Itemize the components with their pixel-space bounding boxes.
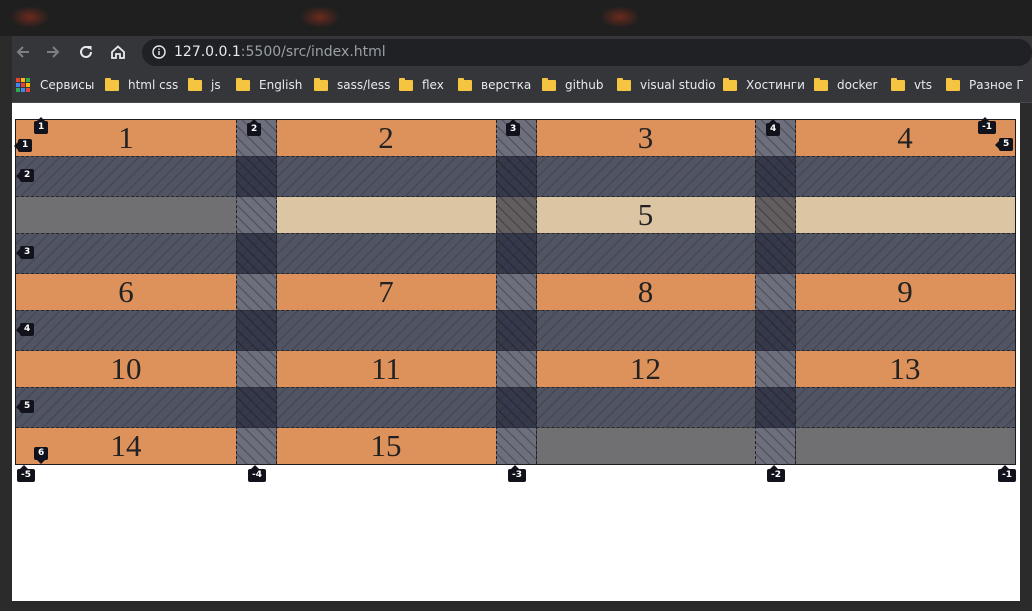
- bookmark-folder[interactable]: Хостинги: [723, 76, 805, 94]
- grid-column-gap: [755, 120, 796, 464]
- back-button[interactable]: [12, 40, 34, 64]
- bookmark-label: Сервисы: [40, 78, 95, 92]
- url-host: 127.0.0.1: [174, 44, 241, 60]
- grid-line-badge: 4: [15, 323, 35, 336]
- bookmark-label: js: [211, 78, 221, 92]
- folder-icon: [814, 77, 828, 91]
- grid-line-badge: -3: [508, 465, 526, 482]
- bookmark-folder[interactable]: docker: [814, 76, 877, 94]
- bookmark-folder[interactable]: верстка: [458, 76, 531, 94]
- grid-item: 14: [16, 428, 236, 464]
- grid-line-badge: 2: [15, 169, 35, 182]
- tab-glow: [10, 6, 50, 28]
- folder-icon: [105, 77, 119, 91]
- grid-item: 10: [16, 351, 236, 387]
- grid-item: 13: [795, 351, 1015, 387]
- grid-line-badge: 6: [34, 447, 49, 464]
- bookmark-label: Хостинги: [746, 78, 805, 92]
- address-bar[interactable]: 127.0.0.1:5500/src/index.html: [142, 39, 1032, 66]
- grid-line-badge: -1: [978, 117, 996, 134]
- bookmark-folder[interactable]: sass/less: [314, 76, 390, 94]
- grid-column-gap: [496, 120, 537, 464]
- bookmark-label: visual studio: [640, 78, 716, 92]
- folder-icon: [946, 77, 960, 91]
- bookmark-label: English: [259, 78, 303, 92]
- css-grid-container: 1 2 3 4 5 6 7 8 9 10 11 12 13 14 15 1 2 …: [13, 117, 1016, 465]
- bookmark-label: github: [565, 78, 604, 92]
- empty-grid-area: [795, 428, 1015, 464]
- bookmark-folder[interactable]: vts: [891, 76, 932, 94]
- bookmark-label: flex: [422, 78, 444, 92]
- folder-icon: [188, 77, 202, 91]
- grid-item: 15: [276, 428, 496, 464]
- folder-icon: [458, 77, 472, 91]
- arrow-right-icon: [47, 46, 60, 58]
- browser-toolbar: 127.0.0.1:5500/src/index.html: [12, 36, 1032, 68]
- bookmark-folder[interactable]: Разное Г: [946, 76, 1024, 94]
- bookmark-folder[interactable]: English: [236, 76, 302, 94]
- bookmark-folder[interactable]: js: [188, 76, 221, 94]
- bookmark-label: sass/less: [337, 78, 391, 92]
- bookmark-label: html css: [128, 78, 179, 92]
- empty-grid-area: [16, 197, 236, 233]
- grid-line-badge: -4: [248, 465, 266, 482]
- folder-icon: [891, 77, 905, 91]
- bookmark-label: docker: [837, 78, 878, 92]
- empty-grid-area: [536, 428, 755, 464]
- folder-icon: [542, 77, 556, 91]
- grid-line-badge: -5: [17, 465, 35, 482]
- grid-line-badge: -2: [767, 465, 785, 482]
- folder-icon: [617, 77, 631, 91]
- url-path: :5500/src/index.html: [240, 44, 386, 60]
- info-icon[interactable]: [152, 45, 166, 59]
- bookmark-services[interactable]: Сервисы: [16, 76, 94, 94]
- grid-item-spanning: 5: [276, 197, 1015, 233]
- grid-item: 11: [276, 351, 496, 387]
- tab-glow: [300, 6, 340, 28]
- reload-icon: [80, 45, 92, 58]
- home-icon: [111, 45, 125, 59]
- bookmark-folder[interactable]: github: [542, 76, 603, 94]
- grid-line-badge: 5: [994, 138, 1014, 151]
- grid-item: 3: [536, 120, 755, 156]
- grid-item: 6: [16, 274, 236, 310]
- grid-line-badge: -1: [998, 465, 1016, 482]
- grid-item: 1: [16, 120, 236, 156]
- folder-icon: [723, 77, 737, 91]
- folder-icon: [236, 77, 250, 91]
- page-viewport: 1 2 3 4 5 6 7 8 9 10 11 12 13 14 15 1 2 …: [12, 103, 1020, 601]
- grid-item: 12: [536, 351, 755, 387]
- folder-icon: [399, 77, 413, 91]
- grid-line-badge: 4: [766, 119, 781, 136]
- bookmark-folder[interactable]: html css: [105, 76, 178, 94]
- bookmark-label: Разное Г: [969, 78, 1024, 92]
- grid-line-badge: 5: [15, 400, 35, 413]
- bookmark-label: верстка: [481, 78, 532, 92]
- grid-line-badge: 2: [247, 119, 262, 136]
- folder-icon: [314, 77, 328, 91]
- bookmarks-bar: Сервисы html css js English sass/less fl…: [12, 68, 1032, 103]
- apps-grid-icon: [16, 78, 30, 92]
- grid-item: 2: [276, 120, 496, 156]
- home-button[interactable]: [107, 40, 129, 64]
- bookmark-folder[interactable]: visual studio: [617, 76, 716, 94]
- arrow-left-icon: [16, 46, 29, 58]
- grid-line-badge: 3: [15, 246, 35, 259]
- bookmark-label: vts: [914, 78, 933, 92]
- window-title-bar: [0, 0, 1032, 36]
- bookmark-folder[interactable]: flex: [399, 76, 444, 94]
- grid-line-badge: 1: [13, 139, 33, 152]
- url-text: 127.0.0.1:5500/src/index.html: [174, 44, 386, 60]
- reload-button[interactable]: [75, 40, 97, 64]
- grid-item: 9: [795, 274, 1015, 310]
- grid-line-badge: 1: [34, 117, 49, 134]
- forward-button[interactable]: [42, 40, 64, 64]
- grid-line-badge: 3: [506, 119, 521, 136]
- tab-glow: [600, 6, 640, 28]
- grid-item: 8: [536, 274, 755, 310]
- grid-column-gap: [236, 120, 277, 464]
- grid-item: 7: [276, 274, 496, 310]
